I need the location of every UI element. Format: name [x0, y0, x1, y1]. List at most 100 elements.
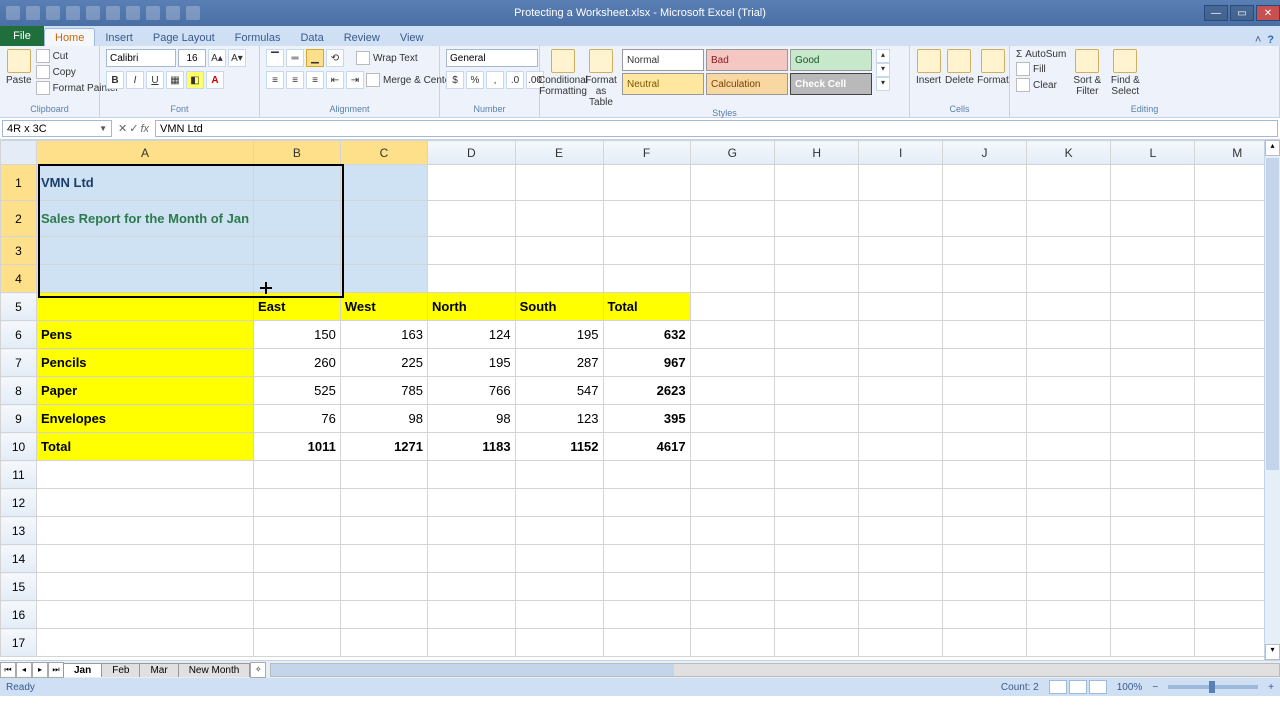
cell[interactable] [1027, 489, 1111, 517]
cell[interactable] [340, 573, 427, 601]
cell[interactable] [859, 573, 943, 601]
sheet-nav-next-icon[interactable]: ▸ [32, 662, 48, 678]
cell[interactable] [1027, 545, 1111, 573]
cell[interactable] [1111, 545, 1195, 573]
italic-button[interactable]: I [126, 71, 144, 89]
cell[interactable] [775, 461, 859, 489]
row-header[interactable]: 10 [1, 433, 37, 461]
cell[interactable] [427, 489, 515, 517]
cell[interactable] [775, 573, 859, 601]
cell[interactable] [775, 601, 859, 629]
cell[interactable] [1027, 165, 1111, 201]
cell[interactable] [859, 433, 943, 461]
cell[interactable] [340, 545, 427, 573]
style-bad[interactable]: Bad [706, 49, 788, 71]
cell[interactable] [515, 461, 603, 489]
underline-button[interactable]: U [146, 71, 164, 89]
gallery-down-icon[interactable]: ▾ [876, 63, 890, 77]
decrease-font-button[interactable]: A▾ [228, 49, 246, 67]
cell[interactable] [427, 573, 515, 601]
cell[interactable] [603, 461, 690, 489]
style-good[interactable]: Good [790, 49, 872, 71]
table-cell[interactable]: 98 [427, 405, 515, 433]
cell[interactable] [37, 573, 254, 601]
cell[interactable] [859, 461, 943, 489]
cell[interactable] [1111, 201, 1195, 237]
col-header[interactable]: F [603, 141, 690, 165]
col-header[interactable]: B [254, 141, 341, 165]
table-cell[interactable]: 195 [515, 321, 603, 349]
zoom-in-button[interactable]: + [1268, 682, 1274, 693]
cell[interactable] [859, 349, 943, 377]
cell[interactable] [340, 201, 427, 237]
cell[interactable] [775, 517, 859, 545]
qat-save-icon[interactable] [6, 6, 20, 20]
table-cell[interactable]: 2623 [603, 377, 690, 405]
cell[interactable] [254, 201, 341, 237]
style-neutral[interactable]: Neutral [622, 73, 704, 95]
cell[interactable] [690, 489, 774, 517]
cell[interactable] [690, 405, 774, 433]
minimize-button[interactable]: — [1204, 5, 1228, 21]
tab-home[interactable]: Home [44, 28, 95, 46]
cell[interactable] [775, 377, 859, 405]
cell[interactable] [1111, 461, 1195, 489]
table-cell[interactable]: 260 [254, 349, 341, 377]
cell[interactable] [37, 489, 254, 517]
cell[interactable] [775, 265, 859, 293]
fx-icon[interactable]: fx [140, 123, 149, 135]
row-header[interactable]: 3 [1, 237, 37, 265]
cell[interactable] [690, 601, 774, 629]
sort-filter-button[interactable]: Sort & Filter [1070, 49, 1104, 97]
delete-cells-button[interactable]: Delete [945, 49, 974, 86]
cell[interactable] [427, 601, 515, 629]
table-cell[interactable]: 967 [603, 349, 690, 377]
cell[interactable] [1027, 433, 1111, 461]
cell[interactable] [775, 545, 859, 573]
cell[interactable] [340, 601, 427, 629]
table-cell[interactable]: 395 [603, 405, 690, 433]
cell[interactable] [515, 165, 603, 201]
qat-icon[interactable] [146, 6, 160, 20]
cell[interactable] [340, 265, 427, 293]
sheet-nav-first-icon[interactable]: ⏮ [0, 662, 16, 678]
conditional-formatting-button[interactable]: Conditional Formatting [546, 49, 580, 97]
cell[interactable] [1111, 601, 1195, 629]
cell[interactable] [427, 237, 515, 265]
cell[interactable] [943, 433, 1027, 461]
cell[interactable] [775, 405, 859, 433]
align-right-button[interactable]: ≡ [306, 71, 324, 89]
decrease-indent-button[interactable]: ⇤ [326, 71, 344, 89]
cell[interactable] [859, 517, 943, 545]
tab-data[interactable]: Data [290, 29, 333, 46]
cell[interactable] [1027, 517, 1111, 545]
sheet-tab-mar[interactable]: Mar [139, 663, 178, 677]
row-header[interactable]: 15 [1, 573, 37, 601]
clear-button[interactable]: Clear [1016, 78, 1066, 92]
cell[interactable] [775, 349, 859, 377]
cell[interactable] [254, 601, 341, 629]
cell[interactable] [1027, 349, 1111, 377]
cell[interactable] [427, 201, 515, 237]
qat-icon[interactable] [66, 6, 80, 20]
view-page-break-button[interactable] [1089, 680, 1107, 694]
cell[interactable] [1111, 573, 1195, 601]
cell[interactable] [859, 601, 943, 629]
cell[interactable] [690, 201, 774, 237]
row-header[interactable]: 8 [1, 377, 37, 405]
cell[interactable] [775, 237, 859, 265]
col-header[interactable]: E [515, 141, 603, 165]
cell[interactable] [340, 165, 427, 201]
comma-button[interactable]: , [486, 71, 504, 89]
table-cell[interactable]: 547 [515, 377, 603, 405]
table-cell[interactable]: 766 [427, 377, 515, 405]
cell[interactable] [515, 629, 603, 657]
row-header[interactable]: 1 [1, 165, 37, 201]
formula-input[interactable] [155, 120, 1278, 137]
sheet-nav-prev-icon[interactable]: ◂ [16, 662, 32, 678]
format-cells-button[interactable]: Format [978, 49, 1008, 86]
minimize-ribbon-icon[interactable]: ˄ [1255, 34, 1261, 46]
cell[interactable] [943, 237, 1027, 265]
cell[interactable] [340, 237, 427, 265]
autosum-button[interactable]: Σ AutoSum [1016, 49, 1066, 60]
